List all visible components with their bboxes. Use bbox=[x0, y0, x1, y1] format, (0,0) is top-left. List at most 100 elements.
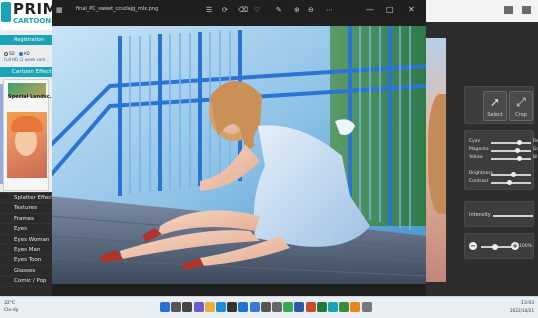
menu-item-splatter-effect[interactable]: Splatter Effect bbox=[0, 193, 52, 204]
minimize-button[interactable]: — bbox=[366, 5, 374, 15]
cartoonizer-app-left: PRIMA CARTOONIZER Registration SD HD Ful… bbox=[0, 0, 52, 296]
system-clock[interactable]: 13:03 2022/10/21 bbox=[510, 300, 534, 314]
favorite-icon[interactable]: ♡ bbox=[254, 5, 260, 15]
radio-sd-label: SD bbox=[9, 50, 15, 56]
delete-icon[interactable]: ⌫ bbox=[238, 5, 248, 15]
cyan-slider[interactable]: Cyan Re bbox=[467, 139, 538, 145]
chrome-icon[interactable] bbox=[283, 302, 294, 312]
menu-item-eyes-woman[interactable]: Eyes Woman bbox=[0, 235, 52, 245]
magenta-slider[interactable]: Magenta Gr bbox=[467, 147, 538, 153]
weather-condition: Clo-dy bbox=[4, 308, 19, 313]
zoom-percent: 100% bbox=[519, 244, 532, 249]
select-label: Select bbox=[487, 112, 503, 118]
contrast-label: Contrast bbox=[469, 179, 489, 184]
portrait-thumbnail[interactable] bbox=[7, 112, 47, 178]
select-button[interactable]: ➚ Select bbox=[483, 91, 507, 121]
thumbnail-label: Special Landsc... bbox=[8, 94, 52, 100]
excel-icon[interactable] bbox=[316, 302, 327, 312]
open-file-icon[interactable]: ☰ bbox=[206, 5, 212, 15]
cartoonized-photo bbox=[50, 26, 426, 284]
effects-menu: Splatter Effect Textures Frames Eyes Eye… bbox=[0, 192, 52, 296]
taskbar: 32°C Clo-dy 13:03 2022/10/21 bbox=[0, 296, 538, 318]
cyan-label: Cyan bbox=[469, 139, 481, 144]
crop-button[interactable]: ⤢ Crop bbox=[509, 91, 533, 121]
maximize-button[interactable]: □ bbox=[386, 5, 394, 15]
magenta-track bbox=[491, 150, 531, 152]
cyan-knob[interactable] bbox=[516, 139, 522, 145]
zoom-panel: − + 100% bbox=[464, 233, 534, 259]
contrast-slider[interactable]: Contrast bbox=[467, 179, 533, 185]
menu-item-eyes-man[interactable]: Eyes Man bbox=[0, 245, 52, 256]
close-button[interactable]: ✕ bbox=[408, 5, 415, 15]
logo-subtext: CARTOONIZER bbox=[13, 17, 52, 25]
task-view-icon[interactable] bbox=[182, 302, 193, 312]
resolution-radio-group: SD HD bbox=[4, 50, 30, 56]
radio-hd[interactable]: HD bbox=[18, 51, 30, 56]
powerpoint-icon[interactable] bbox=[305, 302, 316, 312]
zoom-knob[interactable] bbox=[492, 243, 499, 250]
menu-item-frames[interactable]: Frames bbox=[0, 214, 52, 225]
clock-time: 13:03 bbox=[521, 301, 535, 306]
yellow-track bbox=[491, 158, 531, 160]
settings-icon[interactable] bbox=[272, 302, 282, 312]
menu-item-eyes-toon[interactable]: Eyes Toon bbox=[0, 255, 52, 266]
right-maximize-icon[interactable] bbox=[522, 6, 531, 14]
menu-item-glasses[interactable]: Glasses bbox=[0, 266, 52, 277]
intensity-slider[interactable] bbox=[493, 215, 533, 217]
rotate-icon[interactable]: ⟳ bbox=[222, 5, 228, 15]
radio-hd-dot bbox=[18, 51, 23, 56]
edge-icon[interactable] bbox=[216, 302, 226, 312]
more-icon[interactable]: ⋯ bbox=[326, 5, 333, 15]
select-cursor-icon: ➚ bbox=[489, 95, 501, 109]
intensity-panel: Intensity bbox=[464, 201, 534, 227]
effect-thumbnails: Special Landsc... bbox=[3, 79, 52, 191]
radio-sd-dot bbox=[4, 51, 8, 56]
contrast-knob[interactable] bbox=[506, 179, 512, 185]
cyan-track bbox=[491, 142, 531, 144]
menu-item-comic-pop[interactable]: Comic / Pop bbox=[0, 276, 52, 287]
green-label: Gr bbox=[533, 147, 538, 152]
mail-icon[interactable] bbox=[238, 302, 249, 312]
magenta-knob[interactable] bbox=[514, 147, 520, 153]
yellow-label: Yellow bbox=[469, 155, 483, 160]
clock-date: 2022/10/21 bbox=[510, 308, 535, 313]
camera-icon[interactable] bbox=[260, 302, 271, 312]
file-explorer-icon[interactable] bbox=[204, 302, 215, 312]
brightness-slider[interactable]: Brightness bbox=[467, 171, 533, 177]
tool-icon[interactable] bbox=[361, 302, 372, 312]
zoom-out-button[interactable]: − bbox=[469, 242, 477, 250]
prima-app-icon[interactable] bbox=[328, 302, 338, 312]
logo-badge-icon bbox=[1, 2, 11, 22]
start-icon[interactable] bbox=[160, 302, 170, 312]
edit-icon[interactable]: ✎ bbox=[276, 5, 282, 15]
registration-button[interactable]: Registration bbox=[0, 35, 52, 45]
store-icon[interactable] bbox=[227, 302, 238, 312]
select-crop-panel: ➚ Select ⤢ Crop bbox=[464, 86, 534, 124]
menu-item-textures[interactable]: Textures bbox=[0, 203, 52, 214]
zoom-out-icon[interactable]: ⊖ bbox=[308, 5, 314, 15]
yellow-knob[interactable] bbox=[516, 155, 522, 161]
app-logo: PRIMA CARTOONIZER bbox=[0, 0, 52, 30]
radio-sd[interactable]: SD bbox=[4, 51, 15, 56]
cartoon-effects-button[interactable]: Cartoon Effects bbox=[0, 67, 52, 77]
zoom-in-button[interactable]: + bbox=[511, 242, 519, 250]
menu-item-eyes[interactable]: Eyes bbox=[0, 224, 52, 235]
thumbnail-hat bbox=[11, 116, 43, 132]
right-app-titlebar bbox=[426, 0, 538, 22]
color-adjust-panel: Cyan Re Magenta Gr Yellow Bl Brightness … bbox=[464, 130, 538, 190]
weather-widget[interactable]: 32°C Clo-dy bbox=[4, 300, 18, 314]
zoom-in-icon[interactable]: ⊕ bbox=[294, 5, 300, 15]
viewer-file-name: final_PC_sweet_ccszlajg_mlx.png bbox=[76, 6, 159, 12]
right-minimize-icon[interactable] bbox=[504, 6, 513, 14]
vlc-icon[interactable] bbox=[350, 302, 361, 312]
search-icon[interactable] bbox=[171, 302, 182, 312]
word-icon[interactable] bbox=[294, 302, 305, 312]
magenta-label: Magenta bbox=[469, 147, 489, 152]
chat-icon[interactable] bbox=[193, 302, 204, 312]
photos-icon[interactable] bbox=[249, 302, 260, 312]
crop-label: Crop bbox=[515, 112, 527, 118]
full-hd-link[interactable]: Full HD (1 week com... bbox=[4, 57, 49, 62]
brightness-knob[interactable] bbox=[510, 171, 516, 177]
yellow-slider[interactable]: Yellow Bl bbox=[467, 155, 537, 161]
games-icon[interactable] bbox=[339, 302, 350, 312]
